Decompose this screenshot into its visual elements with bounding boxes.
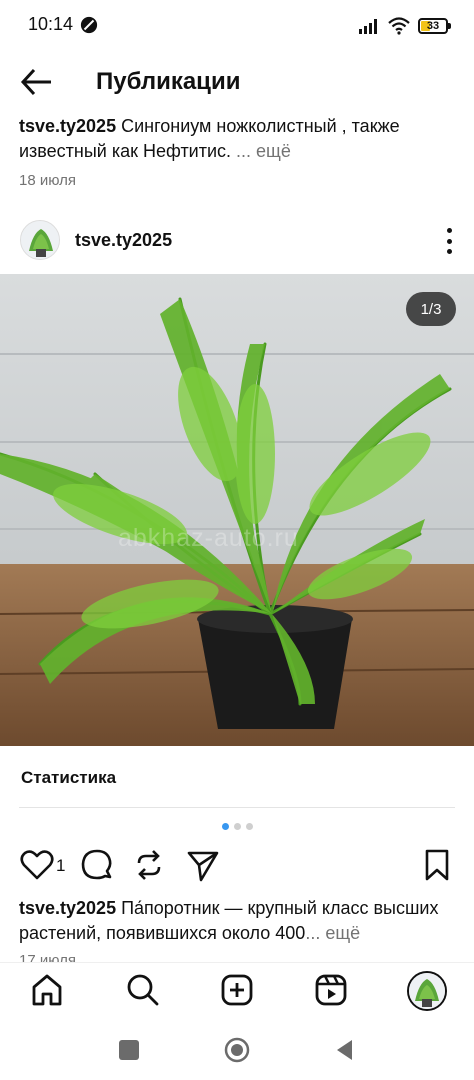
- carousel-indicator: [0, 823, 474, 830]
- back-triangle-icon[interactable]: [332, 1037, 358, 1063]
- status-time: 10:14: [28, 14, 74, 34]
- previous-post-caption: tsve.ty2025 Сингониум ножколистный , так…: [19, 114, 459, 164]
- status-bar: 10:14 33: [0, 0, 474, 52]
- bottom-navigation: [0, 962, 474, 1020]
- caption-username[interactable]: tsve.ty2025: [19, 116, 116, 136]
- bookmark-icon[interactable]: [420, 848, 454, 882]
- avatar-plant-image: [21, 221, 59, 259]
- post-actions: 1: [0, 846, 474, 886]
- do-not-disturb-icon: [80, 16, 98, 34]
- arrow-left-icon[interactable]: [20, 67, 54, 97]
- image-counter: 1/3: [406, 292, 456, 326]
- page-title: Публикации: [96, 68, 241, 95]
- avatar[interactable]: [20, 220, 60, 260]
- recents-square-icon[interactable]: [116, 1037, 142, 1063]
- image-watermark: abkhaz-auto.ru: [118, 524, 299, 552]
- post-image[interactable]: abkhaz-auto.ru 1/3: [0, 274, 474, 746]
- profile-avatar[interactable]: [407, 971, 447, 1011]
- repost-icon[interactable]: [132, 848, 166, 882]
- caption-username[interactable]: tsve.ty2025: [19, 898, 116, 918]
- statistics-label: Статистика: [21, 768, 117, 787]
- carousel-dot: [245, 823, 253, 830]
- profile-avatar-image: [409, 973, 445, 1009]
- battery-icon: 33: [418, 18, 451, 34]
- post-username[interactable]: tsve.ty2025: [75, 230, 172, 251]
- page-header: Публикации: [0, 52, 474, 112]
- signal-icon: [359, 19, 377, 34]
- like-count[interactable]: 1: [56, 856, 65, 876]
- home-icon[interactable]: [30, 973, 64, 1007]
- post-header: tsve.ty2025: [0, 216, 474, 264]
- system-navigation-bar: [0, 1020, 474, 1080]
- heart-icon[interactable]: [20, 848, 54, 882]
- post-caption: tsve.ty2025 Па́поротник — крупный класс …: [19, 896, 459, 946]
- search-icon[interactable]: [126, 973, 160, 1007]
- more-link[interactable]: ... ещё: [305, 923, 360, 943]
- reels-icon[interactable]: [314, 973, 348, 1007]
- fern-photo: [0, 274, 474, 746]
- wifi-icon: [388, 17, 410, 35]
- send-icon[interactable]: [186, 848, 220, 882]
- home-circle-icon[interactable]: [224, 1037, 250, 1063]
- more-vertical-icon[interactable]: [444, 228, 454, 254]
- post-date: 18 июля: [19, 172, 77, 189]
- create-icon[interactable]: [220, 973, 254, 1007]
- carousel-dot: [233, 823, 241, 830]
- comment-icon[interactable]: [80, 848, 114, 882]
- battery-level: 33: [426, 20, 440, 32]
- divider: [19, 807, 455, 808]
- statistics-row[interactable]: Статистика: [0, 746, 474, 808]
- more-link[interactable]: ... ещё: [236, 141, 291, 161]
- carousel-dot-active: [221, 823, 229, 830]
